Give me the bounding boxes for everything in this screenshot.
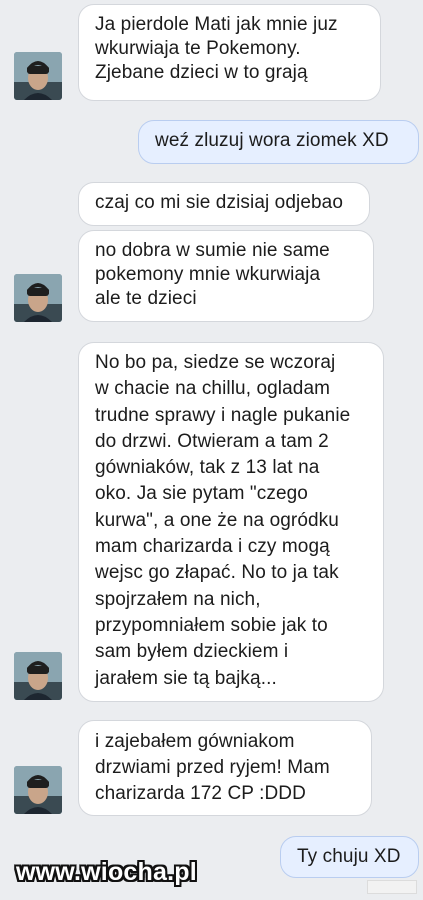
message-bubble-incoming: i zajebałem gówniakom drzwiami przed ryj… <box>78 720 372 816</box>
message-bubble-incoming: Ja pierdole Mati jak mnie juz wkurwiaja … <box>78 4 381 101</box>
contact-avatar[interactable] <box>14 274 62 322</box>
message-bubble-incoming: No bo pa, siedze se wczoraj w chacie na … <box>78 342 384 702</box>
corner-badge <box>367 880 417 894</box>
chat-screen: { "messages": [ {"id": "m1", "direction"… <box>0 0 423 900</box>
message-bubble-outgoing: Ty chuju XD <box>280 836 419 878</box>
message-bubble-incoming: no dobra w sumie nie same pokemony mnie … <box>78 230 374 322</box>
site-watermark: www.wiocha.pl <box>16 858 197 886</box>
message-bubble-outgoing: weź zluzuj wora ziomek XD <box>138 120 419 164</box>
message-bubble-incoming: czaj co mi sie dzisiaj odjebao <box>78 182 370 226</box>
contact-avatar[interactable] <box>14 766 62 814</box>
contact-avatar[interactable] <box>14 652 62 700</box>
contact-avatar[interactable] <box>14 52 62 100</box>
